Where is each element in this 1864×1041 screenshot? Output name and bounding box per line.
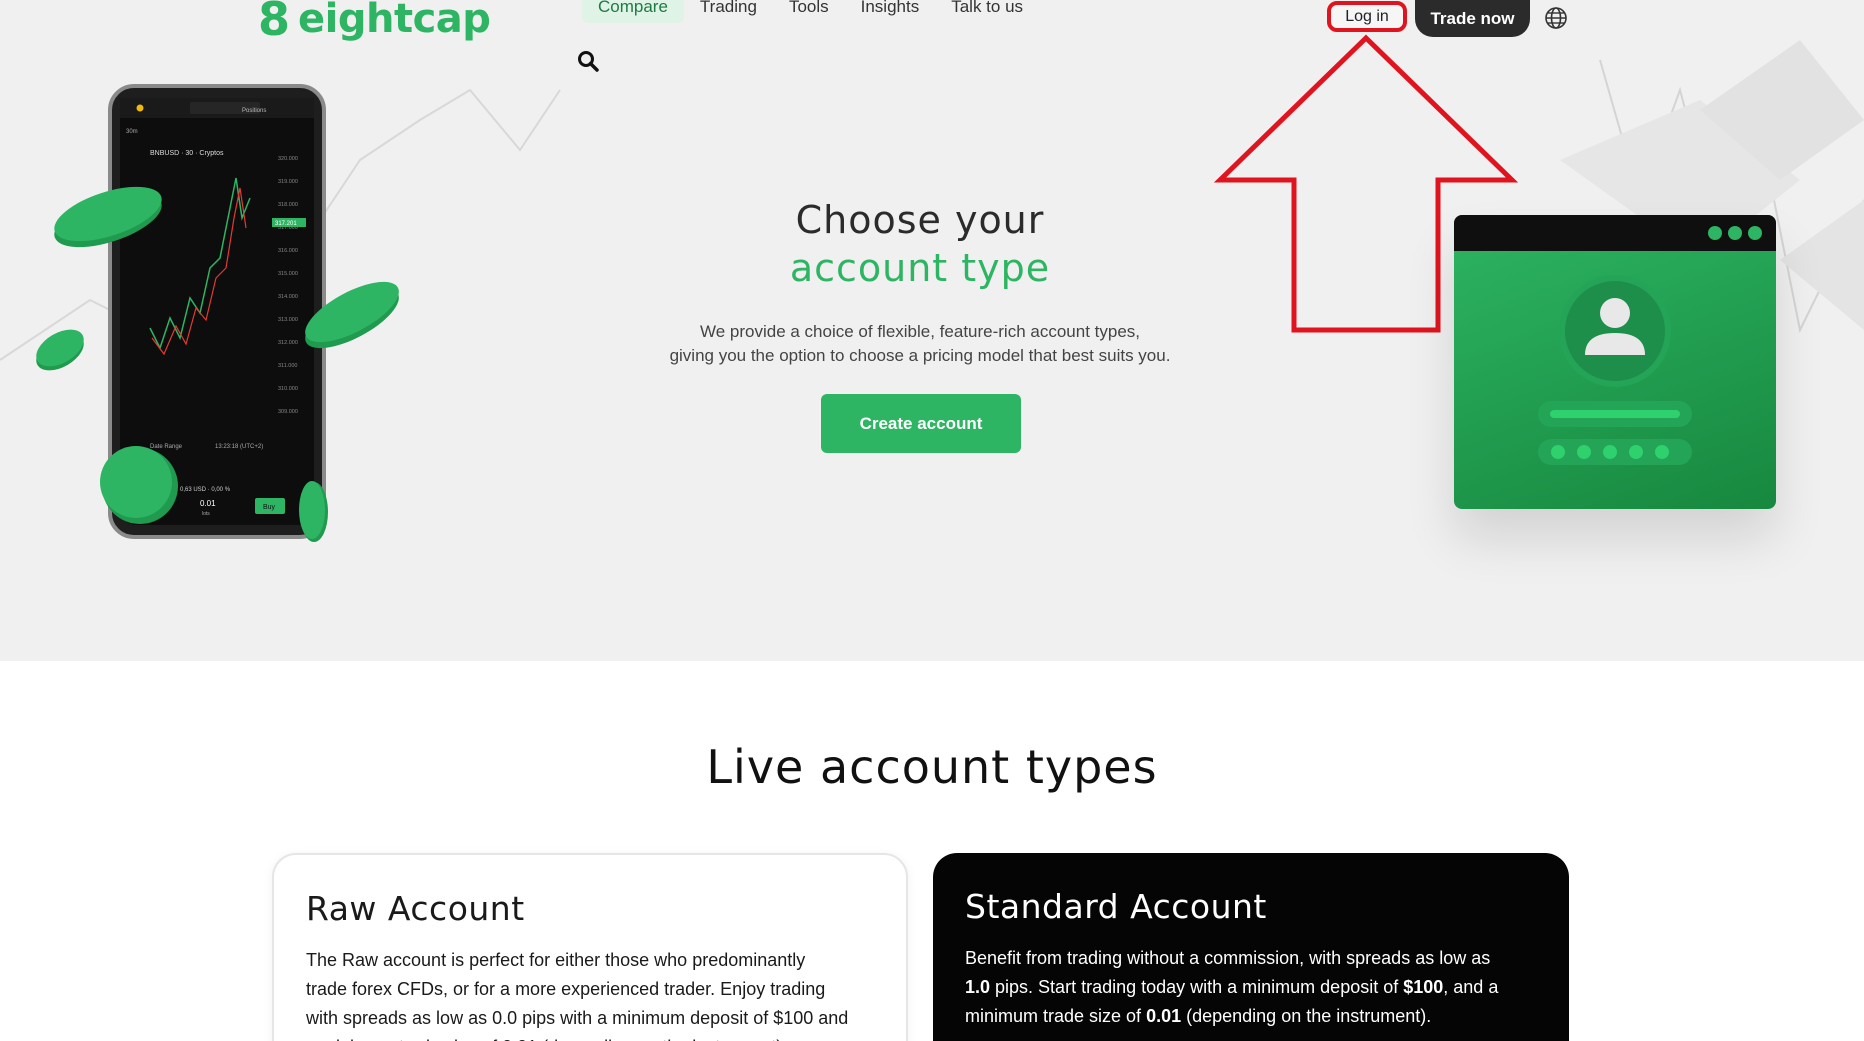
coin-icon — [54, 186, 162, 248]
login-card-illustration — [1454, 215, 1776, 509]
hero-title: Choose your — [795, 198, 1045, 242]
coin-icon — [305, 281, 399, 349]
standard-account-card[interactable]: Standard Account Benefit from trading wi… — [933, 853, 1569, 1041]
coin-icon — [36, 329, 84, 371]
coin-icon — [299, 481, 328, 542]
hero-title-highlight: account type — [789, 246, 1051, 290]
raw-account-description: The Raw account is perfect for either th… — [306, 946, 874, 1041]
hero-subtitle: We provide a choice of flexible, feature… — [620, 320, 1220, 368]
std-text-line: Benefit from trading without a commissio… — [965, 948, 1491, 968]
create-account-button[interactable]: Create account — [821, 394, 1021, 453]
user-profile-icon — [1538, 275, 1692, 465]
hero-subtitle-line: We provide a choice of flexible, feature… — [699, 322, 1141, 341]
standard-account-title: Standard Account — [965, 887, 1267, 926]
raw-text-line: with spreads as low as 0.0 pips with a m… — [306, 1008, 849, 1028]
coin-icon — [100, 446, 178, 524]
std-text-line: minimum trade size of 0.01 (depending on… — [965, 1006, 1432, 1026]
raw-text-line: trade forex CFDs, or for a more experien… — [306, 979, 826, 999]
raw-account-title: Raw Account — [306, 889, 525, 928]
standard-account-description: Benefit from trading without a commissio… — [965, 944, 1537, 1031]
raw-text-line: The Raw account is perfect for either th… — [306, 950, 806, 970]
std-text-line: 1.0 pips. Start trading today with a min… — [965, 977, 1499, 997]
hero-section: 8 eightcap Compare Trading Tools Insight… — [0, 0, 1864, 661]
hero-subtitle-line: giving you the option to choose a pricin… — [669, 346, 1171, 365]
live-account-types-title: Live account types — [706, 740, 1158, 794]
raw-account-card[interactable]: Raw Account The Raw account is perfect f… — [272, 853, 908, 1041]
raw-text-line: a minimum trade size of 0.01 (depending … — [306, 1033, 874, 1041]
